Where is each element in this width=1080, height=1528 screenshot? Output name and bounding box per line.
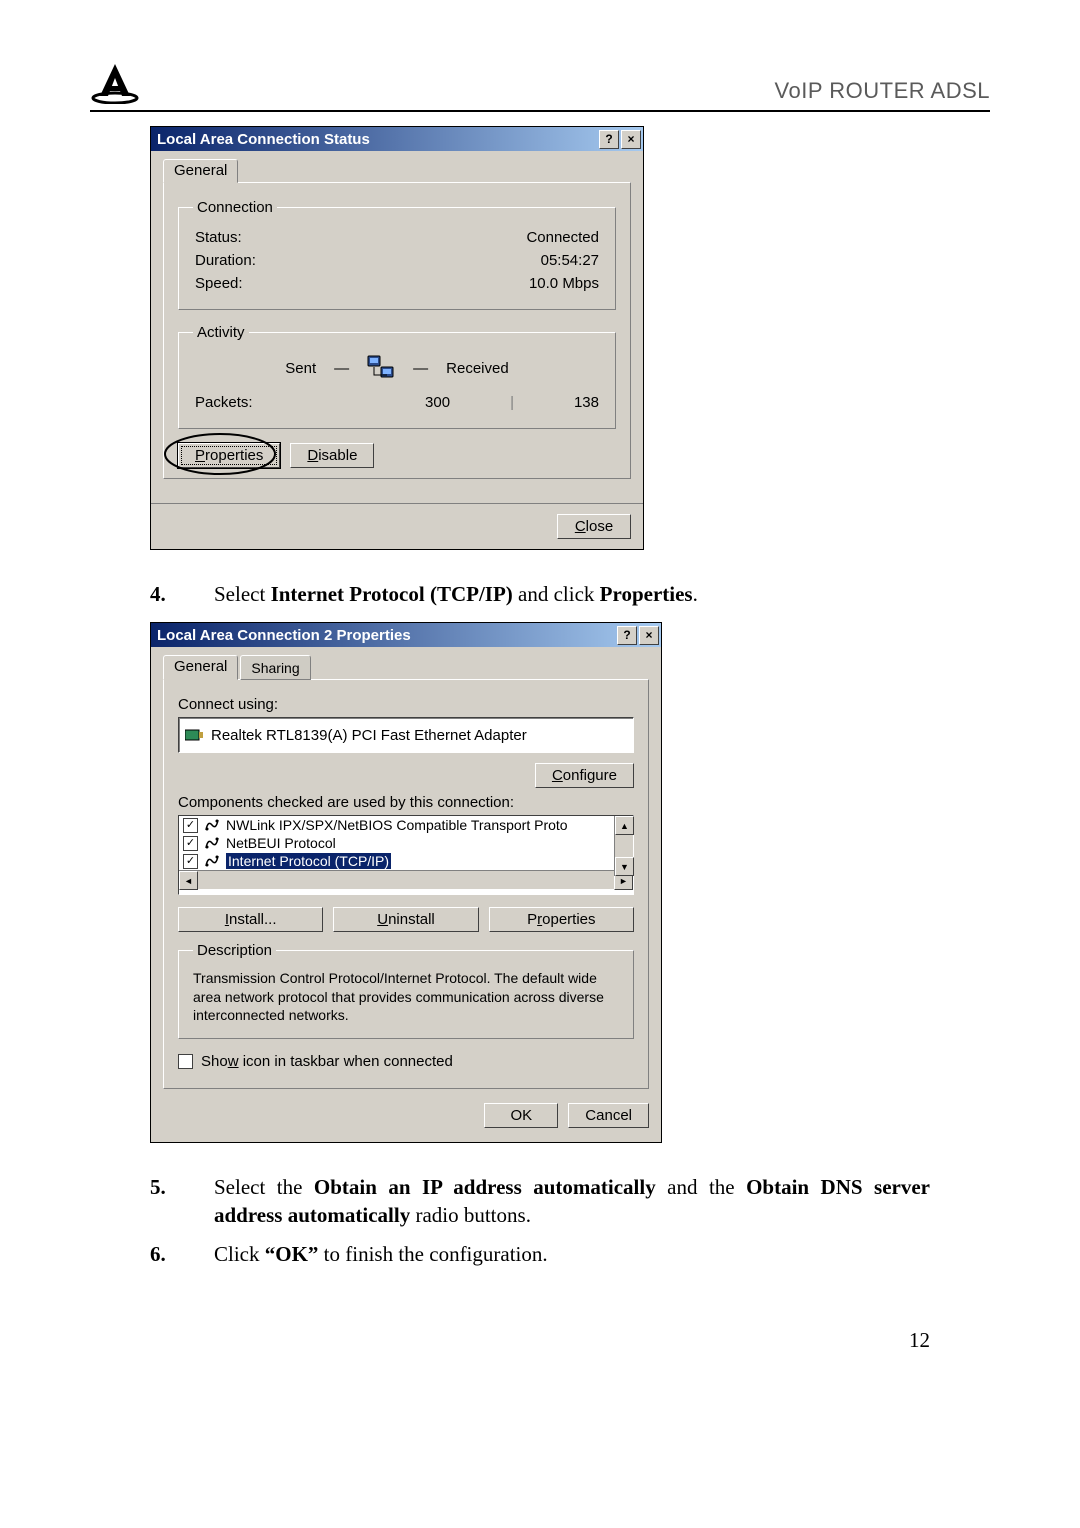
connection-properties-window: Local Area Connection 2 Properties ? × G… [150, 622, 662, 1143]
page-number: 12 [90, 1328, 930, 1353]
packets-sent: 300 [425, 394, 450, 411]
connection-status-window: Local Area Connection Status ? × General… [150, 126, 644, 550]
checkbox-icon[interactable]: ✓ [183, 836, 198, 851]
close-button[interactable]: Close [557, 514, 631, 539]
sent-label: Sent [285, 360, 316, 377]
connection-legend: Connection [193, 199, 277, 216]
properties-button[interactable]: Properties [489, 907, 634, 932]
adapter-name: Realtek RTL8139(A) PCI Fast Ethernet Ada… [211, 727, 527, 744]
status-value: Connected [526, 229, 599, 246]
description-text: Transmission Control Protocol/Internet P… [193, 969, 619, 1024]
window-title: Local Area Connection Status [157, 131, 370, 148]
list-item-label: Internet Protocol (TCP/IP) [226, 853, 391, 869]
scroll-down-icon[interactable]: ▼ [615, 857, 634, 876]
close-icon[interactable]: × [639, 626, 659, 645]
nic-icon [185, 728, 203, 742]
protocol-icon [204, 854, 220, 868]
show-icon-label: Show icon in taskbar when connected [201, 1053, 453, 1070]
checkbox-icon[interactable]: ✓ [183, 818, 198, 833]
connect-using-label: Connect using: [178, 696, 634, 713]
activity-group: Activity Sent — — Received [178, 324, 616, 429]
scroll-left-icon[interactable]: ◄ [179, 871, 198, 890]
duration-value: 05:54:27 [541, 252, 599, 269]
packets-received: 138 [574, 394, 599, 411]
duration-label: Duration: [195, 252, 256, 269]
received-label: Received [446, 360, 509, 377]
speed-label: Speed: [195, 275, 243, 292]
packets-label: Packets: [195, 394, 253, 411]
status-label: Status: [195, 229, 242, 246]
activity-legend: Activity [193, 324, 249, 341]
protocol-icon [204, 818, 220, 832]
description-group: Description Transmission Control Protoco… [178, 942, 634, 1039]
scroll-up-icon[interactable]: ▲ [615, 816, 634, 835]
install-button[interactable]: Install... [178, 907, 323, 932]
ok-button[interactable]: OK [484, 1103, 558, 1128]
annotation-ellipse-icon [160, 429, 290, 479]
list-item-label: NetBEUI Protocol [226, 835, 336, 851]
disable-button[interactable]: Disable [290, 443, 374, 468]
description-legend: Description [193, 942, 276, 959]
step-number: 4. [150, 580, 174, 608]
step-5: 5. Select the Obtain an IP address autom… [150, 1173, 990, 1230]
list-item[interactable]: ✓ NWLink IPX/SPX/NetBIOS Compatible Tran… [179, 816, 633, 834]
tab-general[interactable]: General [163, 655, 238, 680]
connection-group: Connection Status: Connected Duration: 0… [178, 199, 616, 310]
speed-value: 10.0 Mbps [529, 275, 599, 292]
titlebar[interactable]: Local Area Connection 2 Properties ? × [151, 623, 661, 647]
header-title: VoIP ROUTER ADSL [775, 78, 990, 104]
cancel-button[interactable]: Cancel [568, 1103, 649, 1128]
step-number: 5. [150, 1173, 174, 1230]
protocol-icon [204, 836, 220, 850]
configure-button[interactable]: Configure [535, 763, 634, 788]
help-icon[interactable]: ? [599, 130, 619, 149]
components-label: Components checked are used by this conn… [178, 794, 634, 811]
window-title: Local Area Connection 2 Properties [157, 627, 411, 644]
header-rule [90, 110, 990, 112]
help-icon[interactable]: ? [617, 626, 637, 645]
uninstall-button[interactable]: Uninstall [333, 907, 478, 932]
tab-general[interactable]: General [163, 159, 238, 183]
step-number: 6. [150, 1240, 174, 1268]
horizontal-scrollbar[interactable]: ◄ ► [179, 870, 633, 889]
list-item-label: NWLink IPX/SPX/NetBIOS Compatible Transp… [226, 817, 568, 833]
network-activity-icon [367, 355, 395, 381]
step-6: 6. Click “OK” to finish the configuratio… [150, 1240, 990, 1268]
step-4: 4. Select Internet Protocol (TCP/IP) and… [150, 580, 990, 608]
close-icon[interactable]: × [621, 130, 641, 149]
checkbox-icon[interactable]: ✓ [183, 854, 198, 869]
titlebar[interactable]: Local Area Connection Status ? × [151, 127, 643, 151]
tab-sharing[interactable]: Sharing [240, 655, 310, 680]
checkbox-icon[interactable] [178, 1054, 193, 1069]
list-item[interactable]: ✓ Internet Protocol (TCP/IP) [179, 852, 633, 870]
list-item[interactable]: ✓ NetBEUI Protocol [179, 834, 633, 852]
vertical-scrollbar[interactable]: ▲ ▼ [614, 816, 633, 876]
logo-icon [90, 60, 140, 104]
